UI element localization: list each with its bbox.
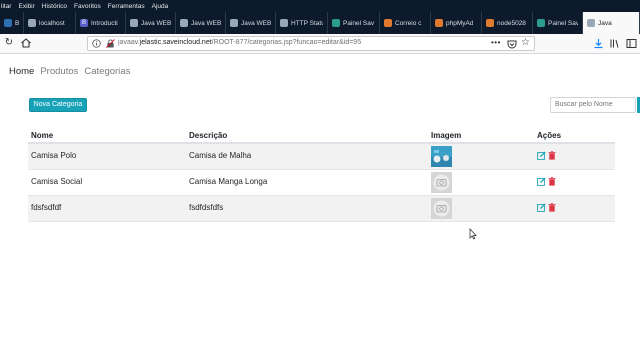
- more-icon[interactable]: •••: [491, 38, 501, 47]
- table-row: Camisa Social Camisa Manga Longa: [28, 170, 615, 196]
- edit-icon[interactable]: [537, 203, 546, 212]
- browser-tab[interactable]: Java WEB /: [226, 12, 276, 34]
- sidebar-icon[interactable]: [626, 38, 637, 49]
- column-acoes: Ações: [537, 131, 562, 140]
- nav-home[interactable]: Home: [9, 66, 34, 77]
- tab-favicon-icon: [28, 19, 36, 27]
- categories-table: Nome Descrição Imagem Ações Camisa Polo C…: [28, 128, 615, 222]
- trash-icon[interactable]: [548, 177, 556, 186]
- nav-produtos[interactable]: Produtos: [40, 66, 78, 77]
- tab-favicon-icon: [230, 19, 238, 27]
- tab-label: Java WEB /: [191, 19, 221, 27]
- cell-nome: Camisa Social: [31, 177, 83, 186]
- browser-tab[interactable]: Java WEB /: [176, 12, 226, 34]
- star-icon[interactable]: ☆: [521, 37, 530, 48]
- download-icon[interactable]: [593, 38, 604, 49]
- browser-tab[interactable]: Correio c: [380, 12, 431, 34]
- table-row: fdsfsdfdf fsdfdsfdfs: [28, 196, 615, 222]
- lock-icon: [106, 39, 115, 48]
- image-placeholder-icon: [431, 198, 452, 219]
- search-input[interactable]: Buscar pelo Nome: [550, 97, 636, 113]
- tab-bar: Ba localhost BIntroducti Java WEB / Java WEB…: [0, 12, 640, 34]
- tab-label: Introducti: [91, 19, 118, 27]
- cell-descricao: fsdfdsfdfs: [189, 203, 224, 212]
- browser-tab[interactable]: HTTP Statu: [276, 12, 328, 34]
- browser-tab[interactable]: Painel Sav: [533, 12, 583, 34]
- tab-favicon-icon: [280, 19, 288, 27]
- browser-tab[interactable]: Java: [583, 12, 640, 34]
- new-category-button[interactable]: Nova Categoria: [29, 98, 87, 112]
- table-row: Camisa Polo Camisa de Malha: [28, 144, 615, 170]
- tab-favicon-icon: [130, 19, 138, 27]
- tab-favicon-icon: B: [80, 19, 88, 27]
- site-nav: Home Produtos Categorias: [9, 66, 130, 77]
- navigation-bar: ↻ javaav.jelastic.saveincloud.net/ROOT-8…: [0, 34, 640, 54]
- cell-descricao: Camisa de Malha: [189, 151, 252, 160]
- browser-tab[interactable]: Painel Sav: [328, 12, 380, 34]
- edit-icon[interactable]: [537, 151, 546, 160]
- browser-tab[interactable]: Ba: [0, 12, 24, 34]
- column-nome: Nome: [31, 131, 54, 140]
- tab-label: Java: [598, 19, 612, 27]
- tab-label: Ba: [15, 19, 19, 27]
- tab-label: HTTP Statu: [291, 19, 323, 27]
- browser-tab[interactable]: phpMyAd: [431, 12, 482, 34]
- cell-descricao: Camisa Manga Longa: [189, 177, 268, 186]
- library-icon[interactable]: [609, 38, 620, 49]
- menu-ferramentas[interactable]: Ferramentas: [108, 3, 145, 10]
- cell-nome: fdsfsdfdf: [31, 203, 62, 212]
- tab-favicon-icon: [587, 19, 595, 27]
- browser-tab[interactable]: node5028: [482, 12, 533, 34]
- browser-tab[interactable]: B Introducti: [76, 12, 126, 34]
- tab-favicon-icon: [537, 19, 545, 27]
- menu-historico[interactable]: Histórico: [42, 3, 67, 10]
- mouse-cursor-icon: [469, 228, 477, 240]
- tab-favicon-icon: [4, 19, 12, 27]
- tab-label: node5028: [497, 19, 526, 27]
- tab-label: Painel Sav: [548, 19, 578, 27]
- cell-nome: Camisa Polo: [31, 151, 77, 160]
- menu-ajuda[interactable]: Ajuda: [152, 3, 169, 10]
- tab-favicon-icon: [180, 19, 188, 27]
- browser-tab[interactable]: Java WEB /: [126, 12, 176, 34]
- menu-exibir[interactable]: Exibir: [18, 3, 34, 10]
- trash-icon[interactable]: [548, 203, 556, 212]
- category-image: [431, 146, 452, 167]
- menu-favoritos[interactable]: Favoritos: [74, 3, 101, 10]
- tab-label: Painel Sav: [343, 19, 375, 27]
- pocket-icon[interactable]: [507, 39, 517, 49]
- menu-bar: litar Exibir Histórico Favoritos Ferrame…: [0, 0, 640, 12]
- column-descricao: Descrição: [189, 131, 228, 140]
- tab-favicon-icon: [332, 19, 340, 27]
- url-bar[interactable]: javaav.jelastic.saveincloud.net/ROOT-877…: [87, 36, 535, 51]
- url-text: javaav.jelastic.saveincloud.net/ROOT-877…: [118, 39, 362, 46]
- tab-label: Java WEB /: [241, 19, 271, 27]
- nav-categorias[interactable]: Categorias: [84, 66, 130, 77]
- image-placeholder-icon: [431, 172, 452, 193]
- trash-icon[interactable]: [548, 151, 556, 160]
- tab-favicon-icon: [486, 19, 494, 27]
- tab-label: localhost: [39, 19, 65, 27]
- column-imagem: Imagem: [431, 131, 462, 140]
- table-header: Nome Descrição Imagem Ações: [28, 128, 615, 144]
- tab-label: phpMyAd: [446, 19, 474, 27]
- tab-favicon-icon: [384, 19, 392, 27]
- edit-icon[interactable]: [537, 177, 546, 186]
- tab-label: Java WEB /: [141, 19, 171, 27]
- home-icon[interactable]: [20, 37, 32, 49]
- info-icon[interactable]: [92, 39, 101, 48]
- reload-icon[interactable]: ↻: [3, 37, 15, 49]
- browser-tab[interactable]: localhost: [24, 12, 76, 34]
- menu-editar[interactable]: litar: [1, 3, 11, 10]
- tab-favicon-icon: [435, 19, 443, 27]
- table-body: Camisa Polo Camisa de Malha Camisa Social C…: [28, 144, 615, 222]
- tab-label: Correio c: [395, 19, 422, 27]
